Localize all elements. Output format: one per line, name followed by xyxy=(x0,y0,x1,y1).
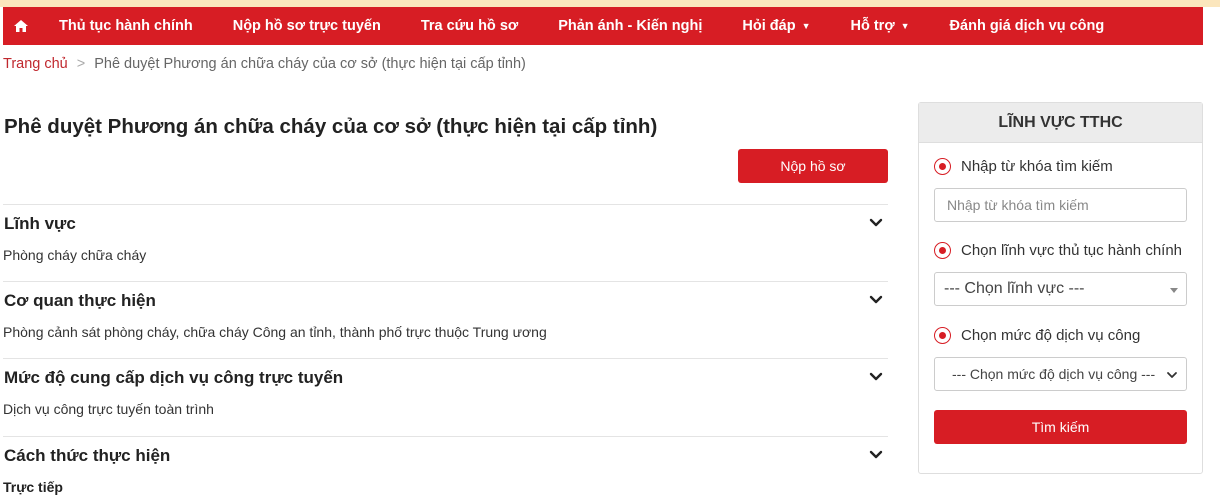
section-value: Phòng cảnh sát phòng cháy, chữa cháy Côn… xyxy=(3,324,547,340)
section-muc-do: Mức độ cung cấp dịch vụ công trực tuyến … xyxy=(3,358,888,417)
nav-item-label: Hỗ trợ xyxy=(850,18,895,34)
section-title: Cách thức thực hiện xyxy=(4,446,171,465)
section-header[interactable]: Mức độ cung cấp dịch vụ công trực tuyến xyxy=(3,359,888,397)
section-value: Trực tiếp xyxy=(3,479,63,495)
caret-down-icon xyxy=(1170,288,1178,293)
breadcrumb-home-link[interactable]: Trang chủ xyxy=(3,56,68,72)
nav-item-label: Nộp hồ sơ trực tuyến xyxy=(232,18,381,34)
field-select-value: --- Chọn lĩnh vực --- xyxy=(944,280,1085,297)
nav-item-hoi-dap[interactable]: Hỏi đáp ▼ xyxy=(722,7,830,45)
nav-item-thu-tuc[interactable]: Thủ tục hành chính xyxy=(39,7,213,45)
caret-down-icon: ▼ xyxy=(801,21,811,31)
nav-item-nop-ho-so[interactable]: Nộp hồ sơ trực tuyến xyxy=(213,7,401,45)
breadcrumb: Trang chủ > Phê duyệt Phương án chữa cháy … xyxy=(3,56,526,72)
nav-item-ho-tro[interactable]: Hỗ trợ ▼ xyxy=(830,7,929,45)
nav-item-label: Tra cứu hồ sơ xyxy=(420,18,519,34)
section-linh-vuc: Lĩnh vực Phòng cháy chữa cháy xyxy=(3,204,888,263)
nav-item-label: Phản ánh - Kiến nghị xyxy=(558,18,703,34)
section-value: Phòng cháy chữa cháy xyxy=(3,247,147,263)
breadcrumb-current: Phê duyệt Phương án chữa cháy của cơ sở … xyxy=(94,56,526,72)
nav-item-label: Thủ tục hành chính xyxy=(59,18,193,34)
radio-selected-icon[interactable] xyxy=(934,327,951,344)
caret-down-icon: ▼ xyxy=(900,21,910,31)
chevron-down-icon xyxy=(869,295,883,304)
service-level-select[interactable]: --- Chọn mức độ dịch vụ công --- xyxy=(934,357,1187,391)
keyword-radio-option[interactable]: Nhập từ khóa tìm kiếm xyxy=(934,158,1113,175)
radio-label: Chọn lĩnh vực thủ tục hành chính xyxy=(961,242,1183,259)
nav-home-link[interactable] xyxy=(3,7,39,45)
breadcrumb-separator: > xyxy=(76,56,86,72)
nav-item-label: Đánh giá dịch vụ công xyxy=(949,18,1105,34)
level-radio-option[interactable]: Chọn mức độ dịch vụ công xyxy=(934,327,1140,344)
section-title: Mức độ cung cấp dịch vụ công trực tuyến xyxy=(4,368,344,387)
field-select[interactable]: --- Chọn lĩnh vực --- xyxy=(934,272,1187,306)
chevron-down-icon xyxy=(1167,372,1177,378)
service-level-select-value: --- Chọn mức độ dịch vụ công --- xyxy=(952,366,1156,382)
radio-selected-icon[interactable] xyxy=(934,242,951,259)
section-header[interactable]: Cơ quan thực hiện xyxy=(3,282,888,320)
chevron-down-icon xyxy=(869,372,883,381)
keyword-search-input[interactable] xyxy=(934,188,1187,222)
search-panel: LĨNH VỰC TTHC Nhập từ khóa tìm kiếm Chọn… xyxy=(918,102,1203,474)
page-title: Phê duyệt Phương án chữa cháy của cơ sở … xyxy=(4,115,658,138)
section-value: Dịch vụ công trực tuyến toàn trình xyxy=(3,401,214,417)
submit-application-button[interactable]: Nộp hồ sơ xyxy=(738,149,888,183)
nav-item-tra-cuu[interactable]: Tra cứu hồ sơ xyxy=(401,7,538,45)
nav-item-label: Hỏi đáp xyxy=(742,18,796,34)
section-header[interactable]: Cách thức thực hiện xyxy=(3,437,888,475)
section-cach-thuc: Cách thức thực hiện Trực tiếp xyxy=(3,436,888,495)
field-radio-option[interactable]: Chọn lĩnh vực thủ tục hành chính xyxy=(934,242,1182,259)
section-title: Lĩnh vực xyxy=(4,214,76,233)
chevron-down-icon xyxy=(869,218,883,227)
panel-title: LĨNH VỰC TTHC xyxy=(919,103,1202,143)
nav-item-phan-anh[interactable]: Phản ánh - Kiến nghị xyxy=(538,7,722,45)
home-icon xyxy=(14,20,28,32)
nav-item-danh-gia[interactable]: Đánh giá dịch vụ công xyxy=(930,7,1125,45)
radio-label: Nhập từ khóa tìm kiếm xyxy=(961,158,1113,175)
chevron-down-icon xyxy=(869,450,883,459)
section-co-quan: Cơ quan thực hiện Phòng cảnh sát phòng c… xyxy=(3,281,888,340)
top-decorative-strip xyxy=(0,0,1220,7)
radio-label: Chọn mức độ dịch vụ công xyxy=(961,327,1141,344)
radio-selected-icon[interactable] xyxy=(934,158,951,175)
section-title: Cơ quan thực hiện xyxy=(4,291,156,310)
section-header[interactable]: Lĩnh vực xyxy=(3,205,888,243)
main-navbar: Thủ tục hành chính Nộp hồ sơ trực tuyến … xyxy=(3,7,1203,45)
search-button[interactable]: Tìm kiếm xyxy=(934,410,1187,444)
